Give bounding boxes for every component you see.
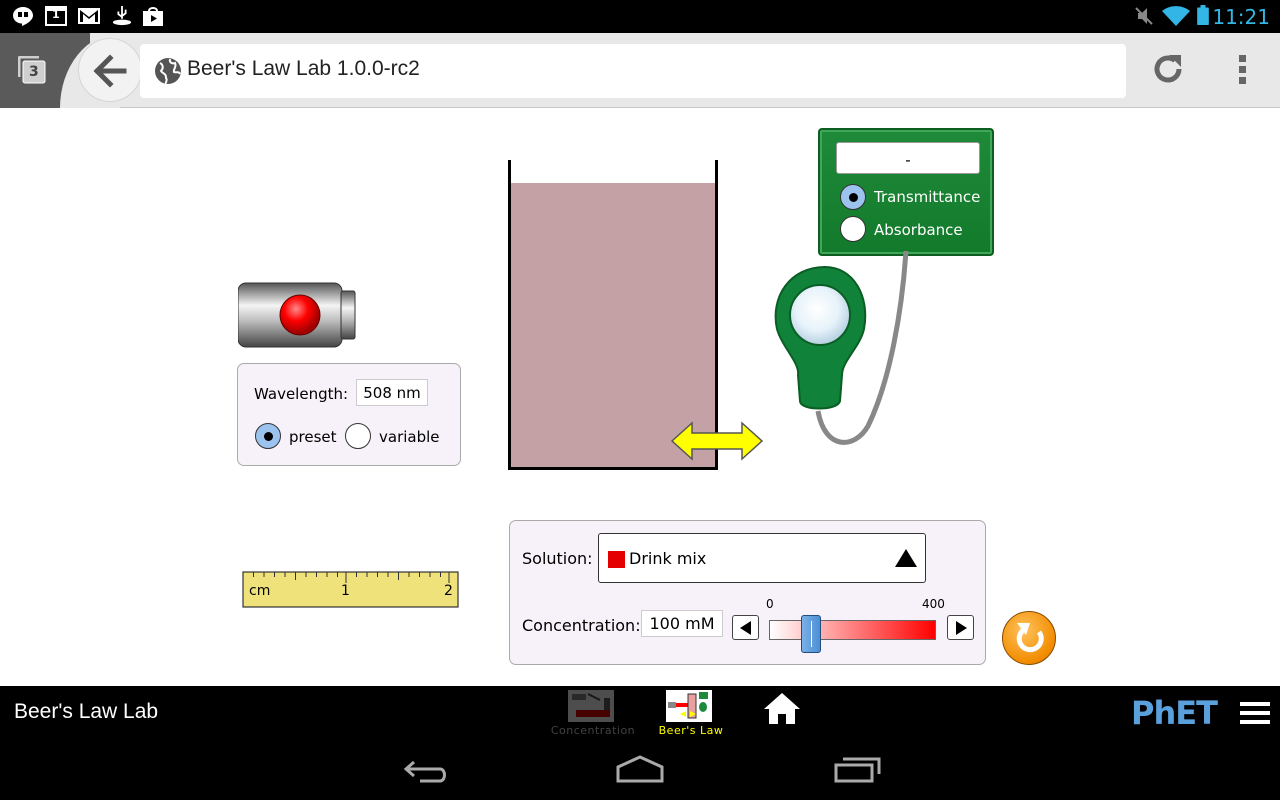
address-bar[interactable]: Beer's Law Lab 1.0.0-rc2 [140, 44, 1126, 98]
battery-icon [1197, 5, 1209, 25]
screen: 1 11:21 3 Beer's Law Lab 1.0.0-rc2 Wavel… [0, 0, 1280, 800]
triangle-right-icon [956, 621, 967, 635]
sim-navigation-bar: Beer's Law Lab Concentration Beer's Law … [0, 686, 1280, 738]
mute-icon [1135, 7, 1153, 25]
screen-button-concentration[interactable]: Concentration [548, 688, 638, 738]
phet-logo[interactable]: PhET [1131, 694, 1218, 732]
reload-button[interactable] [1150, 51, 1186, 87]
transmittance-radio[interactable] [840, 184, 866, 210]
reset-icon [1016, 623, 1044, 653]
gmail-icon [78, 8, 100, 24]
arrow-left-icon [93, 54, 127, 88]
status-clock: 11:21 [1212, 5, 1270, 29]
sim-title: Beer's Law Lab [14, 700, 159, 723]
system-navigation-bar [0, 738, 1280, 800]
solution-label: Solution: [522, 549, 593, 568]
wavelength-panel: Wavelength: 508 nm preset variable [237, 363, 461, 466]
detector-meter[interactable]: - Transmittance Absorbance [818, 128, 994, 256]
solution-name: Drink mix [629, 549, 707, 568]
system-recents-button[interactable] [833, 754, 883, 784]
tab-switcher-button[interactable]: 3 [17, 55, 46, 84]
phet-menu-button[interactable] [1240, 702, 1270, 726]
concentration-slider-thumb[interactable] [800, 615, 821, 653]
detector-readout: - [836, 142, 980, 174]
solution-combo-box[interactable]: Drink mix [598, 533, 926, 583]
concentration-increase-button[interactable] [947, 615, 974, 640]
concentration-value: 100 mM [641, 610, 723, 637]
wavelength-value: 508 nm [356, 379, 428, 406]
detector-probe[interactable] [770, 251, 920, 451]
screen-label-beers-law: Beer's Law [658, 724, 724, 737]
detector-lens-icon [789, 284, 851, 346]
cuvette-width-handle[interactable] [670, 421, 764, 461]
usb-debug-icon [112, 6, 132, 26]
hangouts-icon [13, 7, 33, 26]
concentration-slider-track[interactable] [769, 620, 936, 640]
overflow-menu-icon [1239, 55, 1246, 84]
globe-icon [155, 58, 181, 85]
slider-min-label: 0 [766, 597, 774, 611]
screen-label-concentration: Concentration [550, 724, 636, 737]
concentration-decrease-button[interactable] [732, 615, 759, 640]
light-on-off-button[interactable] [279, 294, 321, 336]
status-bar: 1 11:21 [0, 0, 1280, 33]
slider-max-label: 400 [922, 597, 945, 611]
wavelength-preset-radio[interactable] [255, 423, 281, 449]
beers-law-screen-icon [666, 690, 712, 722]
concentration-screen-icon [568, 690, 614, 722]
wavelength-preset-label[interactable]: preset [289, 428, 337, 446]
page-title: Beer's Law Lab 1.0.0-rc2 [187, 57, 420, 80]
back-button[interactable] [78, 38, 142, 102]
ruler-label-2: 2 [444, 583, 453, 599]
browser-toolbar: 3 Beer's Law Lab 1.0.0-rc2 [0, 33, 1280, 108]
wavelength-label: Wavelength: [254, 385, 349, 403]
triangle-up-icon[interactable] [895, 549, 917, 567]
ruler[interactable]: cm 1 2 [242, 571, 460, 609]
light-source[interactable] [238, 282, 358, 348]
concentration-label: Concentration: [522, 616, 641, 635]
absorbance-radio[interactable] [840, 216, 866, 242]
reload-icon [1154, 55, 1182, 83]
play-store-icon [143, 7, 163, 26]
triangle-left-icon [740, 621, 751, 635]
system-home-button[interactable] [615, 754, 665, 784]
screen-button-beers-law[interactable]: Beer's Law [646, 688, 736, 738]
reset-all-button[interactable] [1002, 611, 1056, 665]
solution-panel: Solution: Drink mix Concentration: 100 m… [509, 520, 986, 665]
wifi-icon [1162, 6, 1190, 26]
ruler-label-1: 1 [341, 583, 350, 599]
simulation-canvas: Wavelength: 508 nm preset variable - Tra… [0, 108, 1280, 686]
solution-color-swatch [608, 551, 625, 568]
wavelength-variable-radio[interactable] [345, 423, 371, 449]
calendar-day: 1 [52, 8, 60, 21]
wavelength-variable-label[interactable]: variable [379, 428, 440, 446]
absorbance-label[interactable]: Absorbance [874, 221, 963, 239]
home-button[interactable] [762, 690, 802, 728]
home-icon [764, 693, 800, 724]
system-back-button[interactable] [400, 754, 448, 784]
browser-menu-button[interactable] [1236, 53, 1250, 87]
transmittance-label[interactable]: Transmittance [874, 188, 980, 206]
ruler-unit: cm [249, 583, 270, 599]
tab-count: 3 [29, 64, 39, 80]
